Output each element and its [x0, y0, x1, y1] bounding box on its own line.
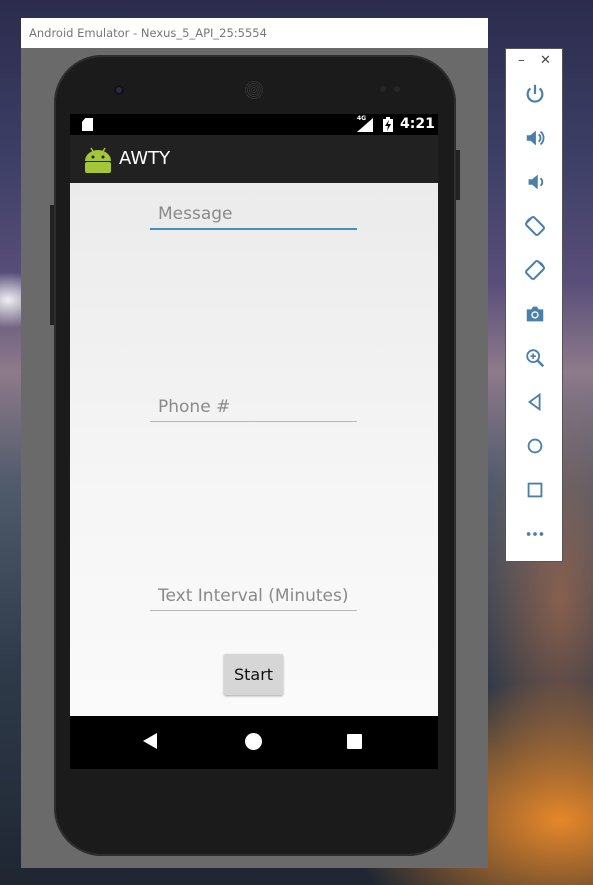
earpiece-speaker: [244, 80, 264, 100]
front-camera-icon: [114, 85, 124, 95]
emulator-toolbar: – ✕: [505, 48, 563, 562]
android-logo-icon: [85, 147, 111, 173]
app-bar: AWTY: [70, 135, 438, 183]
zoom-icon[interactable]: [523, 346, 547, 370]
phone-side-button: [456, 150, 460, 200]
more-icon[interactable]: [523, 522, 547, 546]
status-bar: 4G 4:21: [70, 114, 438, 135]
app-title: AWTY: [119, 148, 171, 169]
battery-charging-icon: [383, 117, 393, 132]
signal-icon: [357, 118, 373, 132]
main-content: Start: [70, 183, 438, 716]
phone-side-button: [50, 205, 54, 325]
sd-card-icon: [82, 118, 93, 131]
power-icon[interactable]: [523, 82, 547, 106]
volume-up-icon[interactable]: [523, 126, 547, 150]
nav-recents-icon[interactable]: [347, 734, 362, 749]
text-interval-input[interactable]: [150, 581, 357, 611]
phone-screen: 4G 4:21 AWTY Message Phone # Text Interv…: [70, 114, 438, 769]
volume-down-icon[interactable]: [523, 170, 547, 194]
sensor: [380, 86, 386, 92]
start-button[interactable]: Start: [224, 654, 283, 695]
emulator-window: Android Emulator - Nexus_5_API_25:5554 4…: [21, 18, 488, 868]
close-icon[interactable]: ✕: [540, 53, 551, 68]
overview-icon[interactable]: [523, 478, 547, 502]
minimize-icon[interactable]: –: [518, 53, 525, 68]
rotate-right-icon[interactable]: [523, 258, 547, 282]
phone-number-input[interactable]: [150, 392, 357, 422]
window-title: Android Emulator - Nexus_5_API_25:5554: [21, 18, 488, 48]
home-icon[interactable]: [523, 434, 547, 458]
message-input[interactable]: [150, 200, 357, 230]
phone-frame: 4G 4:21 AWTY Message Phone # Text Interv…: [50, 55, 460, 856]
nav-home-icon[interactable]: [245, 733, 262, 750]
toolbar-window-controls: – ✕: [506, 53, 564, 69]
rotate-left-icon[interactable]: [523, 214, 547, 238]
sensor: [394, 86, 400, 92]
nav-back-icon[interactable]: [143, 733, 157, 749]
back-icon[interactable]: [523, 390, 547, 414]
camera-icon[interactable]: [523, 302, 547, 326]
status-time: 4:21: [400, 116, 435, 132]
navigation-bar: [70, 716, 438, 769]
